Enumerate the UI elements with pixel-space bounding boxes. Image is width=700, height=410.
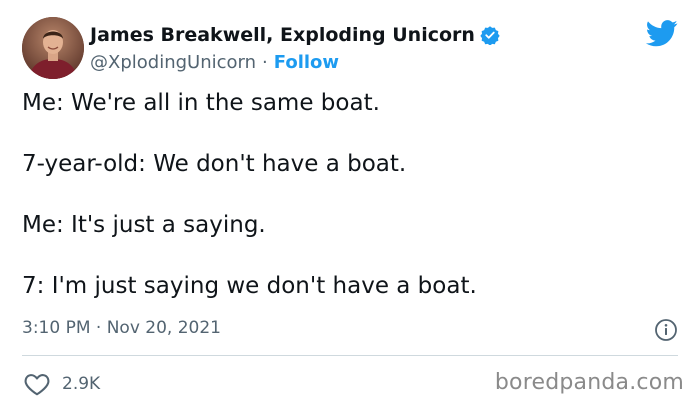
verified-badge-icon <box>480 25 500 46</box>
like-action[interactable]: 2.9K <box>24 370 100 398</box>
tweet-header: James Breakwell, Exploding Unicorn @Xplo… <box>22 17 682 79</box>
avatar[interactable] <box>22 17 84 79</box>
tweet-line: 7: I'm just saying we don't have a boat. <box>22 273 477 299</box>
info-icon[interactable] <box>654 318 678 342</box>
follow-button[interactable]: Follow <box>274 52 339 73</box>
tweet-meta: 3:10 PM · Nov 20, 2021 <box>22 314 678 348</box>
twitter-bird-icon[interactable] <box>645 20 678 47</box>
like-count: 2.9K <box>62 374 101 394</box>
watermark: boredpanda.com <box>494 370 684 395</box>
tweet-line: 7-year-old: We don't have a boat. <box>22 151 407 177</box>
tweet-line: Me: We're all in the same boat. <box>22 90 380 116</box>
author-identity: James Breakwell, Exploding Unicorn @Xplo… <box>90 22 500 76</box>
tweet-line: Me: It's just a saying. <box>22 212 266 238</box>
author-handle[interactable]: @XplodingUnicorn <box>90 52 256 73</box>
divider <box>22 355 678 356</box>
tweet-card: James Breakwell, Exploding Unicorn @Xplo… <box>0 0 700 410</box>
separator-dot: · <box>262 51 268 73</box>
avatar-photo <box>22 17 84 79</box>
handle-row: @XplodingUnicorn · Follow <box>90 48 500 76</box>
tweet-body: Me: We're all in the same boat. 7-year-o… <box>22 88 682 332</box>
name-row: James Breakwell, Exploding Unicorn <box>90 22 500 48</box>
author-display-name[interactable]: James Breakwell, Exploding Unicorn <box>90 24 475 46</box>
heart-icon[interactable] <box>24 372 50 396</box>
tweet-timestamp[interactable]: 3:10 PM · Nov 20, 2021 <box>22 318 221 338</box>
